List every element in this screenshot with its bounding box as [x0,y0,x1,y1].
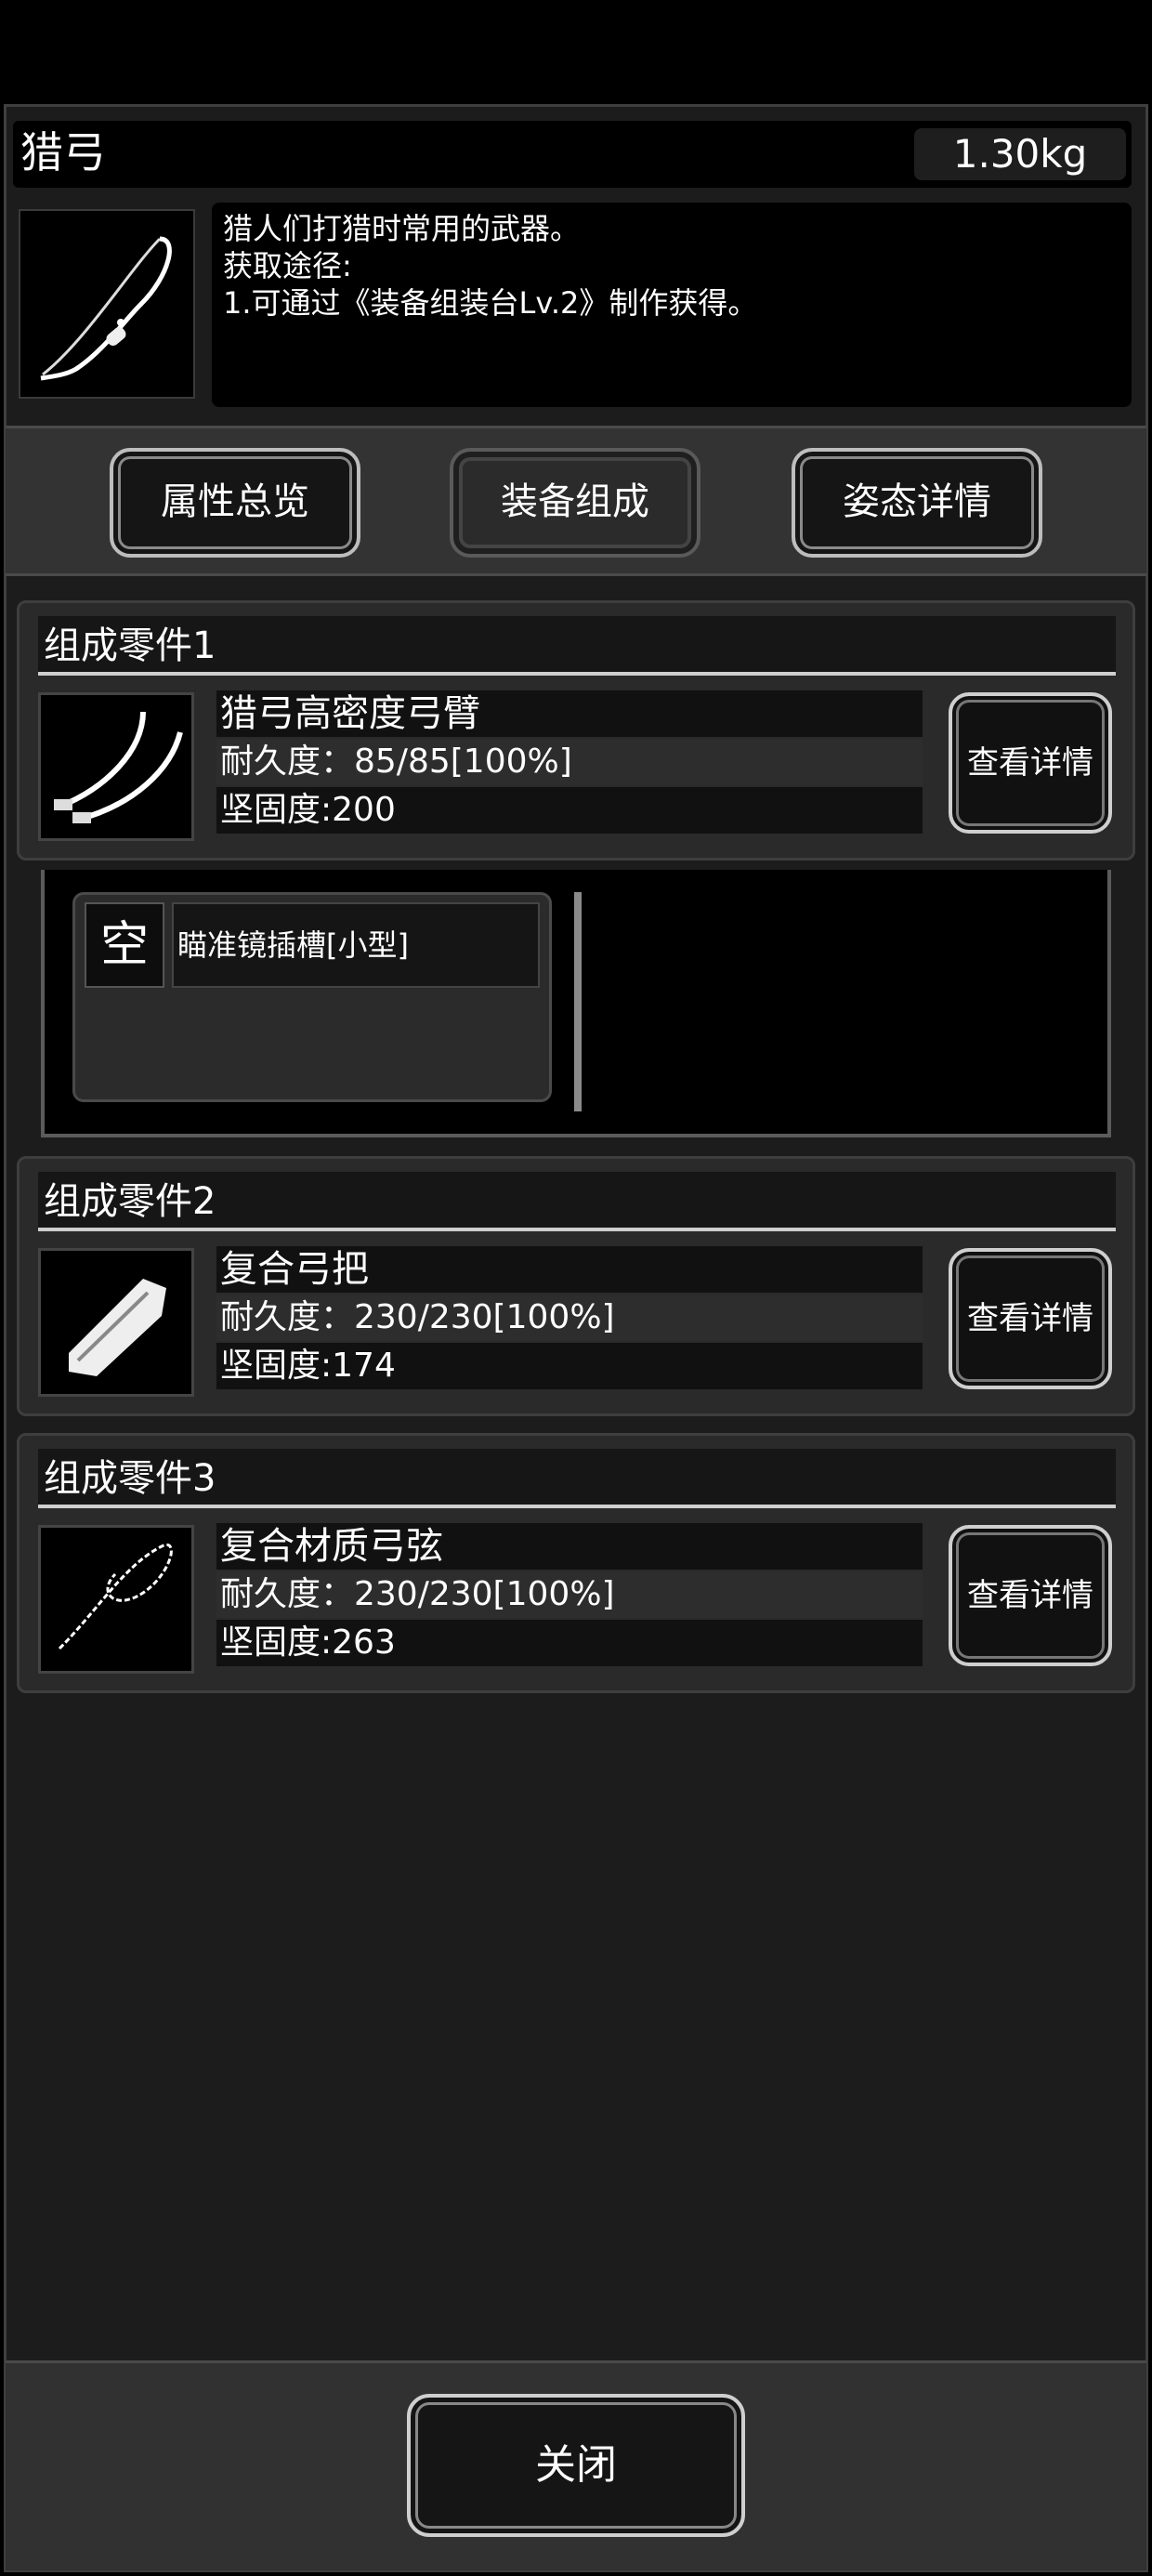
part-card-1: 组成零件1 猎弓高密度弓臂 耐久度：85/85[100%] 坚固度:200 查看… [17,600,1135,861]
view-details-button-3[interactable]: 查看详情 [949,1525,1112,1666]
tab-attribute-overview[interactable]: 属性总览 [110,448,360,558]
part-card-2: 组成零件2 复合弓把 耐久度：230/230[100%] 坚固度:174 查看详… [17,1156,1135,1416]
title-bar: 猎弓 1.30kg [13,121,1132,188]
part-firmness: 坚固度:200 [216,787,923,834]
part-name: 猎弓高密度弓臂 [216,690,923,737]
slot-state: 空 [85,902,164,988]
part-card-3: 组成零件3 复合材质弓弦 耐久度：230/230[100%] 坚固度:263 查… [17,1433,1135,1693]
tab-equipment-composition[interactable]: 装备组成 [450,448,700,558]
slot-scrollbar[interactable] [574,892,582,1111]
bowstring-icon [38,1525,194,1674]
attachment-slot-panel: 空 瞄准镜插槽[小型] [41,870,1111,1137]
scope-slot[interactable]: 空 瞄准镜插槽[小型] [72,892,552,1102]
part-name: 复合弓把 [216,1246,923,1293]
bow-grip-icon [38,1248,194,1397]
part-durability: 耐久度：230/230[100%] [216,1295,923,1341]
part-header: 组成零件2 [38,1172,1116,1231]
part-durability: 耐久度：230/230[100%] [216,1571,923,1618]
part-firmness: 坚固度:263 [216,1620,923,1666]
view-details-button-1[interactable]: 查看详情 [949,692,1112,834]
item-title: 猎弓 [20,127,106,177]
tab-stance-details[interactable]: 姿态详情 [792,448,1042,558]
part-durability: 耐久度：85/85[100%] [216,739,923,785]
part-name: 复合材质弓弦 [216,1523,923,1570]
part-firmness: 坚固度:174 [216,1343,923,1389]
bow-icon [19,209,195,399]
bow-limbs-icon [38,692,194,841]
item-description: 猎人们打猎时常用的武器。 获取途径: 1.可通过《装备组装台Lv.2》制作获得。 [212,203,1132,407]
close-button[interactable]: 关闭 [407,2394,745,2537]
view-details-button-2[interactable]: 查看详情 [949,1248,1112,1389]
part-header: 组成零件1 [38,616,1116,676]
slot-name: 瞄准镜插槽[小型] [172,902,540,988]
item-weight: 1.30kg [914,128,1126,180]
part-header: 组成零件3 [38,1449,1116,1508]
